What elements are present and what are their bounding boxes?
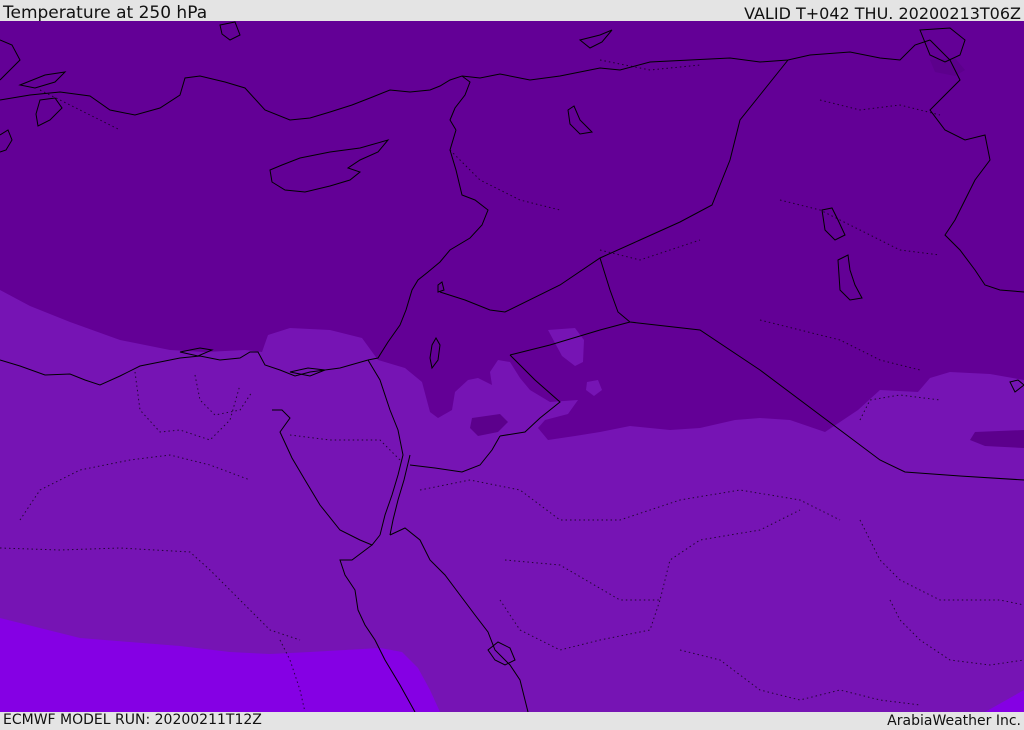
map-title: Temperature at 250 hPa bbox=[3, 3, 208, 23]
footer-bar: ECMWF MODEL RUN: 20200211T12Z ArabiaWeat… bbox=[0, 712, 1024, 729]
brand-credit: ArabiaWeather Inc. bbox=[887, 713, 1021, 729]
model-run: ECMWF MODEL RUN: 20200211T12Z bbox=[3, 712, 262, 728]
header-bar: Temperature at 250 hPa VALID T+042 THU. … bbox=[0, 0, 1024, 23]
temperature-map[interactable] bbox=[0, 21, 1024, 712]
map-area[interactable] bbox=[0, 21, 1024, 712]
